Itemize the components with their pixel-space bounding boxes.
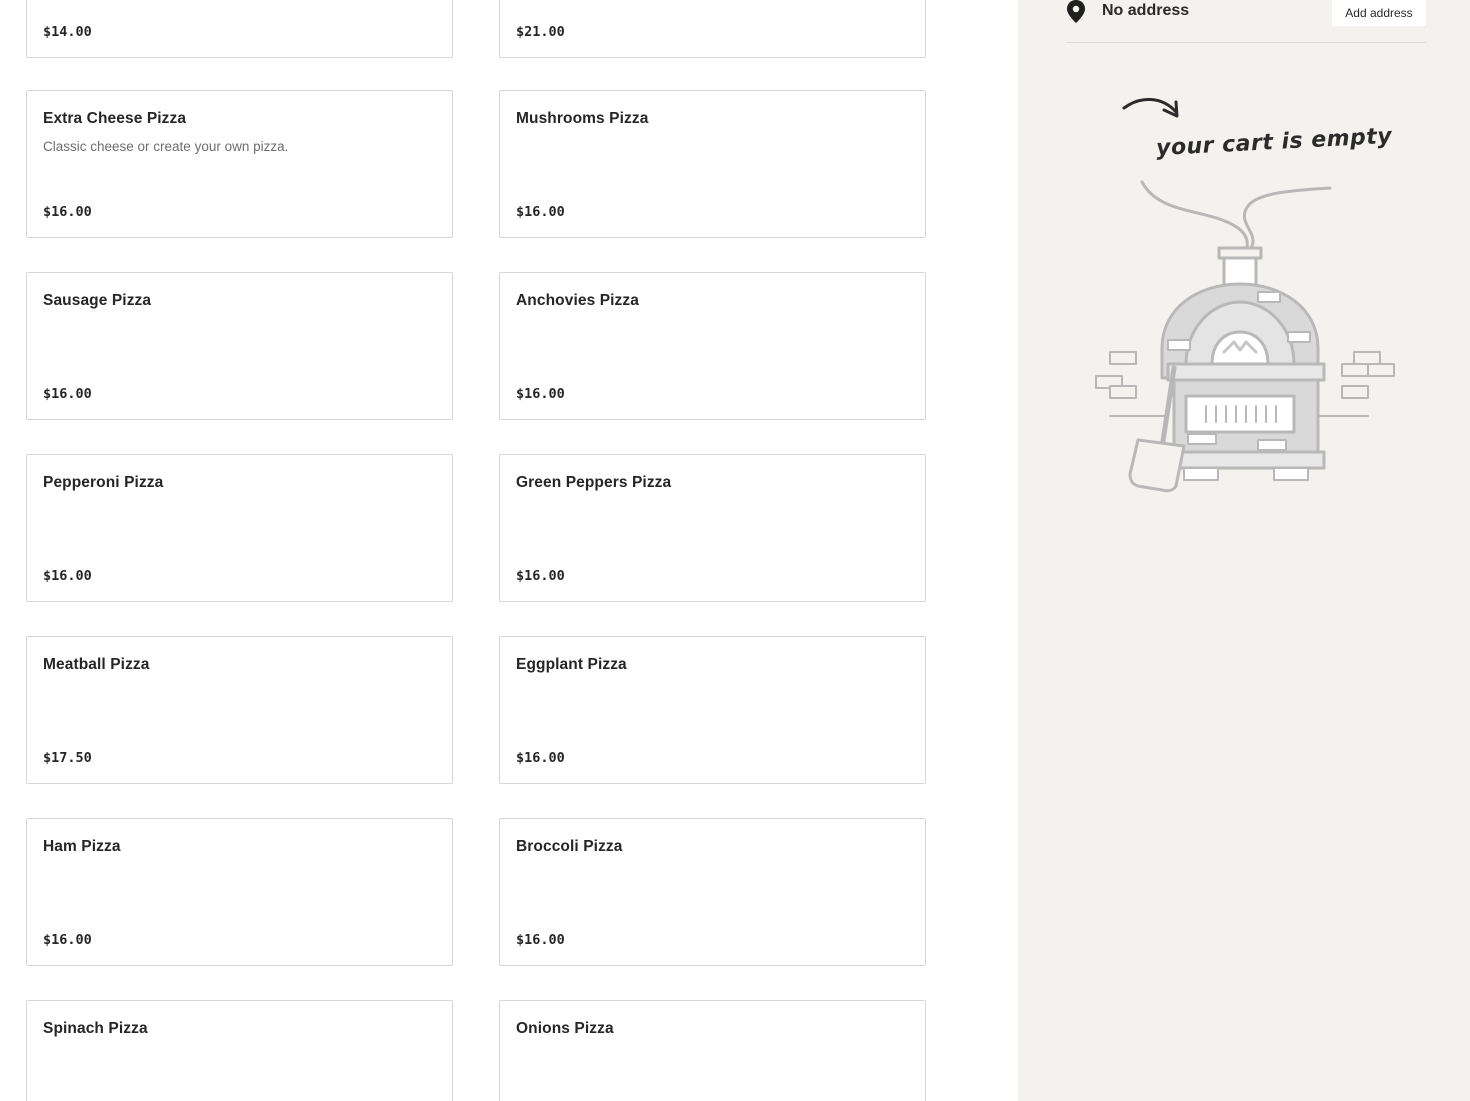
menu-item-price: $16.00 xyxy=(43,568,92,584)
menu-item-price: $16.00 xyxy=(516,568,565,584)
menu-item-description: Classic cheese or create your own pizza. xyxy=(43,139,289,154)
menu-item-price: $16.00 xyxy=(43,932,92,948)
menu-item-card[interactable]: Ham Pizza $16.00 xyxy=(26,818,453,966)
menu-item-name: Anchovies Pizza xyxy=(516,292,639,309)
curved-arrow-icon xyxy=(1122,98,1179,118)
menu-item-price: $16.00 xyxy=(516,932,565,948)
menu-item-price: $14.00 xyxy=(43,24,92,40)
menu-item-card[interactable]: Onions Pizza xyxy=(499,1000,926,1101)
cart-sidebar: No address Add address your cart is empt… xyxy=(1018,0,1470,1101)
menu-item-card[interactable]: Sausage Pizza $16.00 xyxy=(26,272,453,420)
menu-item-name: Broccoli Pizza xyxy=(516,838,623,855)
menu-item-price: $16.00 xyxy=(43,204,92,220)
address-text: No address xyxy=(1102,2,1190,19)
menu-item-card[interactable]: $21.00 xyxy=(499,0,926,58)
menu-item-card[interactable]: Anchovies Pizza $16.00 xyxy=(499,272,926,420)
menu-grid: $14.00 $21.00 Extra Cheese Pizza Classic… xyxy=(0,0,1018,1101)
menu-item-card[interactable]: Pepperoni Pizza $16.00 xyxy=(26,454,453,602)
menu-item-card[interactable]: Green Peppers Pizza $16.00 xyxy=(499,454,926,602)
menu-item-card[interactable]: $14.00 xyxy=(26,0,453,58)
menu-item-name: Sausage Pizza xyxy=(43,292,152,309)
menu-item-price: $16.00 xyxy=(43,386,92,402)
menu-item-card[interactable]: Extra Cheese Pizza Classic cheese or cre… xyxy=(26,90,453,238)
add-address-button[interactable]: Add address xyxy=(1332,0,1426,26)
menu-item-price: $16.00 xyxy=(516,750,565,766)
menu-item-name: Spinach Pizza xyxy=(43,1020,148,1037)
menu-item-name: Onions Pizza xyxy=(516,1020,614,1037)
menu-item-name: Ham Pizza xyxy=(43,838,121,855)
map-pin-icon xyxy=(1067,0,1085,23)
menu-item-name: Extra Cheese Pizza xyxy=(43,110,187,127)
menu-item-card[interactable]: Mushrooms Pizza $16.00 xyxy=(499,90,926,238)
menu-item-price: $21.00 xyxy=(516,24,565,40)
menu-item-card[interactable]: Broccoli Pizza $16.00 xyxy=(499,818,926,966)
menu-item-price: $16.00 xyxy=(516,204,565,220)
menu-item-card[interactable]: Eggplant Pizza $16.00 xyxy=(499,636,926,784)
menu-item-name: Eggplant Pizza xyxy=(516,656,627,673)
menu-item-name: Green Peppers Pizza xyxy=(516,474,672,491)
menu-item-card[interactable]: Meatball Pizza $17.50 xyxy=(26,636,453,784)
menu-item-name: Mushrooms Pizza xyxy=(516,110,649,127)
menu-item-name: Pepperoni Pizza xyxy=(43,474,164,491)
menu-item-price: $17.50 xyxy=(43,750,92,766)
page: $14.00 $21.00 Extra Cheese Pizza Classic… xyxy=(0,0,1470,1101)
menu-item-card[interactable]: Spinach Pizza xyxy=(26,1000,453,1101)
menu-item-name: Meatball Pizza xyxy=(43,656,150,673)
delivery-address-row: No address Add address xyxy=(1066,0,1426,43)
menu-item-price: $16.00 xyxy=(516,386,565,402)
